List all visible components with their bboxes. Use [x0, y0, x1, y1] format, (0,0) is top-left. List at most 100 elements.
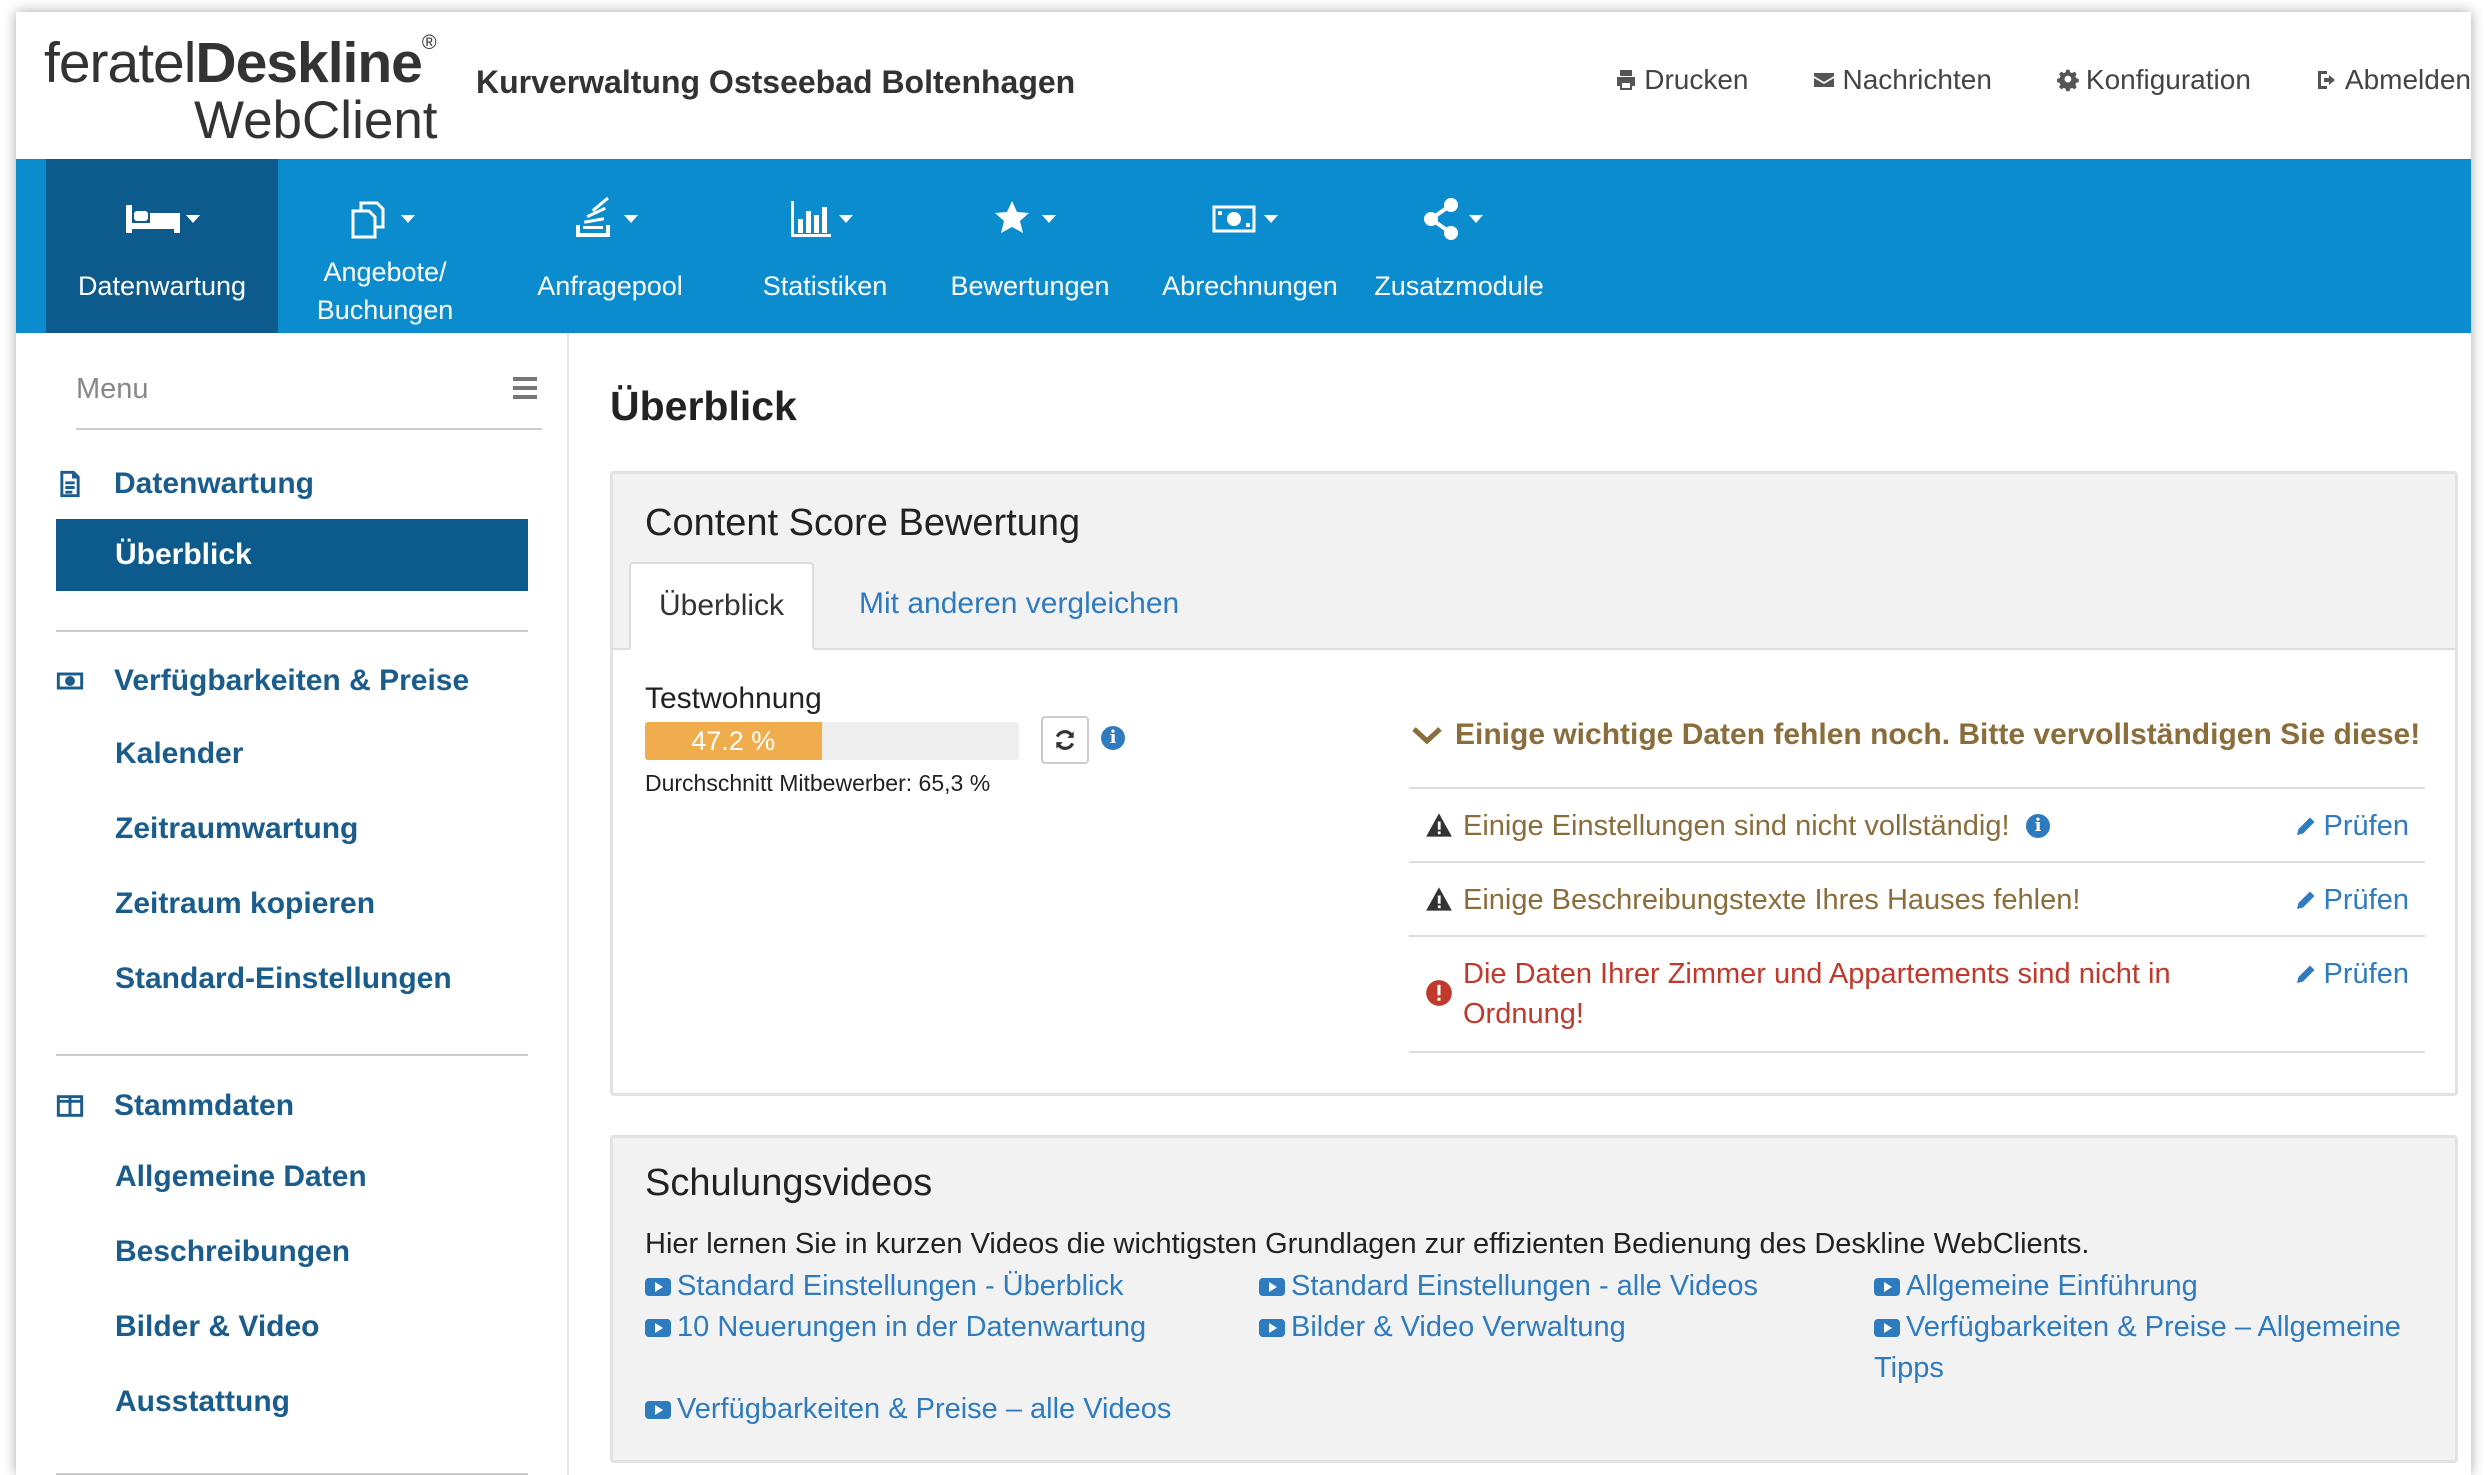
star-icon [995, 201, 1056, 233]
video-link[interactable]: 10 Neuerungen in der Datenwartung [645, 1307, 1146, 1348]
content-score-tabs: Überblick Mit anderen vergleichen [613, 562, 2455, 650]
menu-header[interactable]: Menu [76, 373, 542, 430]
pencil-icon [2296, 817, 2315, 835]
logout-link[interactable]: Abmelden [2315, 64, 2471, 96]
sidebar-section-verfuegbarkeiten[interactable]: Verfügbarkeiten & Preise [56, 664, 469, 698]
video-link-label: Standard Einstellungen - alle Videos [1291, 1270, 1759, 1302]
error-text-line2: Ordnung! [1463, 998, 1584, 1030]
sidebar-section-stammdaten[interactable]: Stammdaten [56, 1089, 294, 1123]
video-link-label: Verfügbarkeiten & Preise – Allgemeine [1906, 1311, 2401, 1343]
nav-datenwartung[interactable]: Datenwartung [46, 159, 278, 333]
nav-anfragepool[interactable]: Anfragepool [510, 159, 710, 333]
list-item: Einige Beschreibungstexte Ihres Hauses f… [1409, 863, 2425, 937]
configuration-link[interactable]: Konfiguration [2056, 64, 2251, 96]
youtube-play-icon [1874, 1319, 1900, 1337]
missing-data-toggle[interactable]: Einige wichtige Daten fehlen noch. Bitte… [1411, 718, 2420, 752]
sidebar-item-ueberblick[interactable]: Überblick [56, 519, 528, 591]
tab-mit-anderen-vergleichen[interactable]: Mit anderen vergleichen [831, 562, 1207, 646]
video-link[interactable]: Standard Einstellungen - Überblick [645, 1266, 1124, 1307]
organization-name: Kurverwaltung Ostseebad Boltenhagen [476, 64, 1076, 100]
inbox-stack-icon [576, 197, 638, 237]
logo-text-feratel: feratel [44, 31, 196, 95]
video-link[interactable]: Verfügbarkeiten & Preise – alle Videos [645, 1389, 1171, 1430]
sign-out-icon [2317, 71, 2335, 89]
menu-label: Menu [76, 373, 149, 405]
logo-text-deskline: Deskline [195, 31, 422, 95]
gear-icon [2056, 69, 2079, 92]
top-header: feratelDeskline® WebClient Kurverwaltung… [16, 12, 2471, 159]
sidebar-item-beschreibungen[interactable]: Beschreibungen [115, 1235, 350, 1269]
video-link-label: Bilder & Video Verwaltung [1291, 1311, 1626, 1343]
check-link[interactable]: Prüfen [2294, 954, 2409, 994]
list-item: Einige Einstellungen sind nicht vollstän… [1409, 789, 2425, 863]
video-link-label-continued: Tipps [1874, 1352, 1944, 1384]
check-link[interactable]: Prüfen [2294, 880, 2409, 920]
sidebar-item-allgemeine-daten[interactable]: Allgemeine Daten [115, 1160, 367, 1194]
nav-bewertungen[interactable]: Bewertungen [940, 159, 1120, 333]
chevron-down-icon [1412, 727, 1442, 745]
refresh-icon [1055, 730, 1075, 750]
nav-statistiken-label: Statistiken [762, 271, 888, 301]
nav-angebote-label-line1: Angebote/ [323, 257, 447, 287]
refresh-button[interactable] [1041, 716, 1089, 764]
check-label: Prüfen [2323, 884, 2409, 916]
nav-abrechnungen[interactable]: Abrechnungen [1150, 159, 1350, 333]
sidebar-item-bilder-video[interactable]: Bilder & Video [115, 1310, 320, 1344]
youtube-play-icon [1874, 1278, 1900, 1296]
check-label: Prüfen [2323, 810, 2409, 842]
info-icon[interactable]: i [2026, 814, 2050, 838]
video-link-label: Verfügbarkeiten & Preise – alle Videos [677, 1393, 1172, 1425]
money-icon [56, 672, 84, 690]
video-link-label: Allgemeine Einführung [1906, 1270, 2198, 1302]
nav-zusatzmodule-label: Zusatzmodule [1374, 271, 1544, 301]
sidebar-item-ausstattung[interactable]: Ausstattung [115, 1385, 290, 1419]
content-score-progress-fill: 47.2 % [645, 722, 822, 760]
sidebar-item-kalender[interactable]: Kalender [115, 737, 243, 771]
share-nodes-icon [1424, 198, 1483, 240]
nav-angebote-buchungen[interactable]: Angebote/Buchungen [280, 159, 490, 333]
page-title: Überblick [610, 383, 797, 429]
bed-icon [126, 205, 200, 233]
nav-zusatzmodule[interactable]: Zusatzmodule [1364, 159, 1554, 333]
messages-link[interactable]: Nachrichten [1812, 64, 1992, 96]
nav-datenwartung-label: Datenwartung [77, 271, 247, 301]
tab-ueberblick[interactable]: Überblick [629, 562, 815, 650]
check-label: Prüfen [2323, 958, 2409, 990]
video-link-label: 10 Neuerungen in der Datenwartung [677, 1311, 1147, 1343]
print-link[interactable]: Drucken [1614, 64, 1748, 96]
documents-icon [351, 201, 415, 239]
hamburger-menu-icon[interactable] [513, 377, 537, 404]
header-links: Drucken Nachrichten Konfiguration Abmeld… [1550, 64, 2471, 96]
video-link[interactable]: Verfügbarkeiten & Preise – Allgemeine Tip… [1874, 1307, 2401, 1389]
logo-registered-mark: ® [421, 32, 437, 54]
logo-text-webclient: WebClient [194, 91, 438, 150]
info-icon[interactable]: i [1101, 726, 1125, 750]
feratel-deskline-logo[interactable]: feratelDeskline® WebClient [44, 24, 464, 154]
sidebar-divider [56, 1054, 528, 1056]
nav-abrechnungen-label: Abrechnungen [1162, 271, 1338, 301]
sidebar-item-zeitraum-kopieren[interactable]: Zeitraum kopieren [115, 887, 375, 921]
sidebar-item-standard-einstellungen[interactable]: Standard-Einstellungen [115, 962, 452, 996]
sidebar-section-stammdaten-label: Stammdaten [114, 1089, 295, 1122]
missing-data-header: Einige wichtige Daten fehlen noch. Bitte… [1455, 718, 2421, 751]
columns-icon [56, 1095, 84, 1117]
sidebar: Menu Datenwartung Überblick Verfügbarkei… [16, 333, 569, 1475]
nav-anfragepool-label: Anfragepool [537, 271, 683, 301]
video-link[interactable]: Allgemeine Einführung [1874, 1266, 2198, 1307]
bar-chart-icon [791, 201, 853, 237]
printer-icon [1617, 70, 1636, 90]
youtube-play-icon [645, 1401, 671, 1419]
sidebar-section-datenwartung[interactable]: Datenwartung [56, 467, 314, 501]
video-link[interactable]: Bilder & Video Verwaltung [1259, 1307, 1626, 1348]
video-link-label: Standard Einstellungen - Überblick [677, 1270, 1124, 1302]
video-link[interactable]: Standard Einstellungen - alle Videos [1259, 1266, 1758, 1307]
warning-text: Einige Einstellungen sind nicht vollstän… [1463, 810, 2010, 842]
training-videos-panel: Schulungsvideos Hier lernen Sie in kurze… [610, 1135, 2458, 1463]
sidebar-item-zeitraumwartung[interactable]: Zeitraumwartung [115, 812, 358, 846]
nav-statistiken[interactable]: Statistiken [730, 159, 920, 333]
money-icon [1212, 205, 1278, 233]
app-window: feratelDeskline® WebClient Kurverwaltung… [16, 12, 2471, 1475]
sidebar-divider [56, 630, 528, 632]
check-link[interactable]: Prüfen [2294, 806, 2409, 846]
sidebar-section-verfuegbarkeiten-label: Verfügbarkeiten & Preise [114, 664, 470, 697]
